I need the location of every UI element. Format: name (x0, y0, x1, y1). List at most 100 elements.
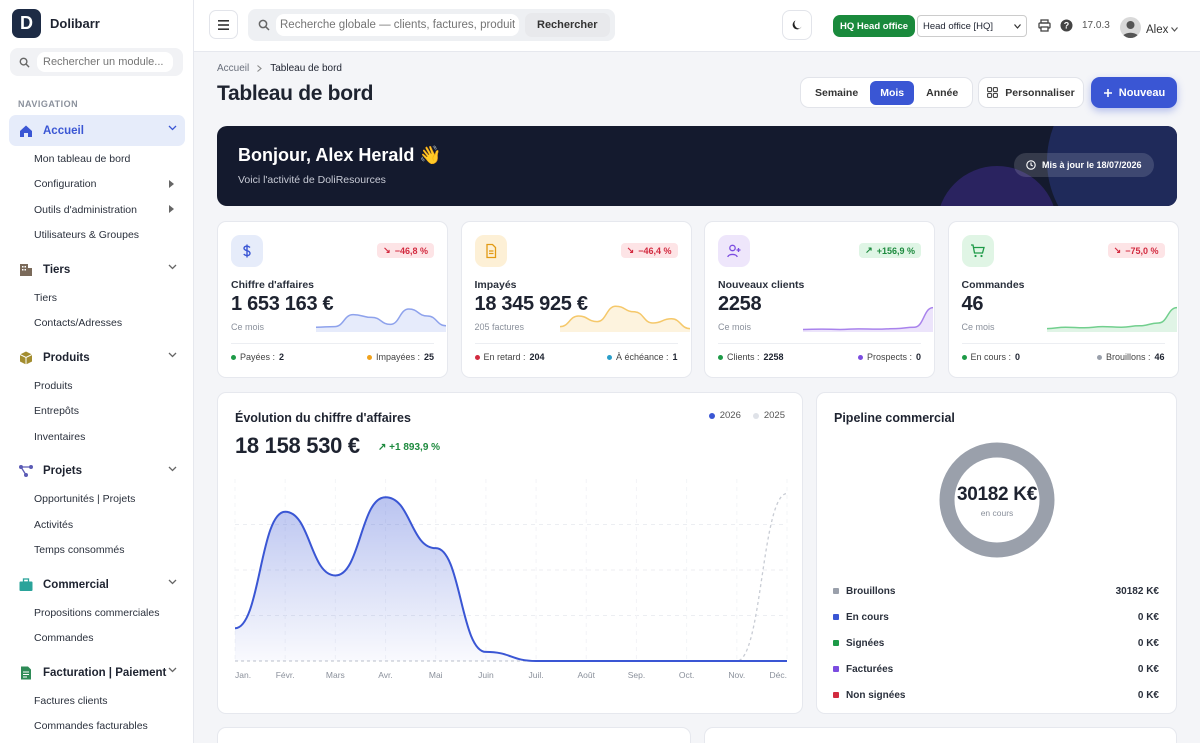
sidebar-item[interactable]: Inventaires (0, 424, 193, 450)
global-search: Rechercher (248, 9, 615, 41)
pipeline-row-label: Brouillons (846, 585, 896, 597)
sidebar-item[interactable]: Utilisateurs & Groupes (0, 223, 193, 249)
sidebar-item[interactable]: Temps consommés (0, 538, 193, 564)
chevron-down-icon (168, 466, 177, 471)
sidebar-section-projets[interactable]: Projets (9, 456, 185, 487)
legend-item[interactable]: 2025 (752, 410, 785, 421)
entity-select[interactable]: Head office [HQ] (917, 15, 1027, 37)
pipeline-row-label: En cours (846, 611, 889, 623)
search-button[interactable]: Rechercher (525, 13, 610, 37)
kpi-card[interactable]: ↘ −46,4 % Impayés 18 345 925 €205 factures E… (460, 221, 692, 378)
status-dot (857, 354, 863, 360)
pipeline-row: Brouillons 30182 K€ (833, 578, 1159, 604)
sidebar-item[interactable]: Activités (0, 512, 193, 538)
kpi-footer-label: Payées : (240, 352, 276, 362)
period-week-button[interactable]: Semaine (805, 81, 868, 105)
status-swatch (833, 640, 839, 646)
sidebar-section-tiers[interactable]: Tiers (9, 254, 185, 285)
divider (961, 343, 1165, 344)
kpi-card[interactable]: ↗ +156,9 % Nouveaux clients 2258 Ce mois Clie… (704, 221, 935, 378)
box-icon (17, 350, 35, 366)
sidebar-item[interactable]: Entrepôts (0, 399, 193, 425)
chevron-down-icon[interactable] (1171, 27, 1178, 32)
x-tick-label: Sep. (628, 670, 646, 680)
sidebar-item[interactable]: Mon tableau de bord (0, 146, 193, 172)
sidebar-item[interactable]: Opportunités | Projets (0, 487, 193, 513)
module-search-input[interactable] (37, 52, 173, 72)
sidebar-item-label: Utilisateurs & Groupes (34, 229, 140, 242)
sidebar-item[interactable]: Contacts/Adresses (0, 311, 193, 337)
kpi-label: Chiffre d'affaires (231, 279, 315, 291)
version-label: 17.0.3 (1082, 20, 1110, 31)
customize-button[interactable]: Personnaliser (978, 77, 1084, 108)
clock-icon (1026, 160, 1036, 170)
pipeline-total: 30182 K€ (956, 484, 1037, 505)
pipeline-list: Brouillons 30182 K€ En cours 0 K€ Signées 0 K… (833, 578, 1159, 708)
sidebar-item[interactable]: Configuration (0, 172, 193, 198)
pipeline-row: Facturées 0 K€ (833, 656, 1159, 682)
print-icon[interactable] (1038, 19, 1051, 32)
chevron-down-icon (168, 352, 177, 358)
user-name[interactable]: Alex (1146, 24, 1168, 36)
sidebar-item[interactable]: Outils d'administration (0, 197, 193, 223)
sidebar-item[interactable]: Tiers (0, 285, 193, 311)
sidebar-item[interactable]: Factures clients (0, 688, 193, 714)
avatar[interactable] (1120, 17, 1141, 38)
status-dot (474, 354, 480, 360)
kpi-delta: −46,8 % (394, 245, 428, 256)
legend-item[interactable]: 2026 (708, 410, 741, 421)
kpi-card[interactable]: ↘ −75,0 % Commandes 46 Ce mois En cours :0 Bro… (947, 221, 1179, 378)
chart-delta-value: +1 893,9 % (389, 442, 441, 453)
sidebar-item-label: Commandes facturables (34, 720, 148, 733)
kpi-footer-item: En cours :0 (961, 352, 1020, 362)
sparkline-area (1046, 307, 1177, 332)
sidebar-section-produits[interactable]: Produits (9, 342, 185, 373)
sidebar-item[interactable]: Propositions commerciales (0, 600, 193, 626)
search-icon (258, 19, 270, 31)
sidebar-section-commercial[interactable]: Commercial (9, 569, 185, 600)
cart-icon (961, 235, 994, 267)
kpi-footer: En cours :0 Brouillons :46 (961, 352, 1165, 362)
kpi-footer-value: 25 (423, 352, 434, 362)
status-dot (718, 354, 723, 360)
period-month-button[interactable]: Mois (870, 80, 915, 105)
status-dot (606, 354, 612, 360)
sidebar-section-label: Facturation | Paiement (43, 666, 167, 679)
kpi-subtitle: 205 factures (474, 322, 525, 332)
kpi-footer-label: En cours : (970, 352, 1012, 362)
global-search-input[interactable] (276, 14, 519, 36)
kpi-footer-item: Brouillons :46 (1096, 352, 1165, 362)
period-year-button[interactable]: Année (916, 81, 968, 105)
kpi-subtitle: Ce mois (961, 322, 995, 332)
sidebar-item[interactable]: Produits (0, 373, 193, 399)
kpi-footer-label: Brouillons : (1105, 352, 1151, 362)
breadcrumb-home[interactable]: Accueil (217, 63, 249, 74)
x-tick-label: Juin (478, 670, 494, 680)
sidebar-item-label: Temps consommés (34, 544, 125, 557)
sidebar-item-label: Commandes (34, 632, 94, 645)
legend-swatch (752, 412, 759, 419)
pipeline-row-label: Signées (846, 637, 885, 649)
kpi-footer-value: 0 (915, 352, 921, 362)
help-icon[interactable]: ? (1060, 19, 1073, 32)
kpi-sparkline (559, 305, 690, 332)
kpi-card[interactable]: ↘ −46,8 % Chiffre d'affaires 1 653 163 € Ce … (217, 221, 448, 378)
kpi-value: 2258 (718, 293, 762, 315)
menu-toggle-button[interactable] (209, 10, 238, 39)
dollar-icon (231, 235, 263, 267)
entity-select-value: Head office [HQ] (923, 20, 994, 32)
kpi-label: Nouveaux clients (718, 279, 805, 291)
sidebar-section-accueil[interactable]: Accueil (9, 115, 185, 146)
kpi-footer-value: 1 (672, 352, 678, 362)
brand[interactable]: D Dolibarr (12, 9, 100, 38)
user-avatar-icon (1120, 17, 1141, 38)
hamburger-icon (218, 19, 229, 30)
chart-delta: ↗ +1 893,9 % (378, 442, 441, 453)
sidebar-item[interactable]: Commandes facturables (0, 714, 193, 740)
sidebar-item[interactable]: Commandes (0, 626, 193, 652)
chevron-down-icon (168, 667, 177, 673)
new-button[interactable]: Nouveau (1091, 77, 1177, 108)
bottom-card (217, 727, 691, 743)
sidebar-section-facturation-paiement[interactable]: Facturation | Paiement (9, 657, 185, 688)
theme-toggle-button[interactable] (782, 10, 812, 40)
